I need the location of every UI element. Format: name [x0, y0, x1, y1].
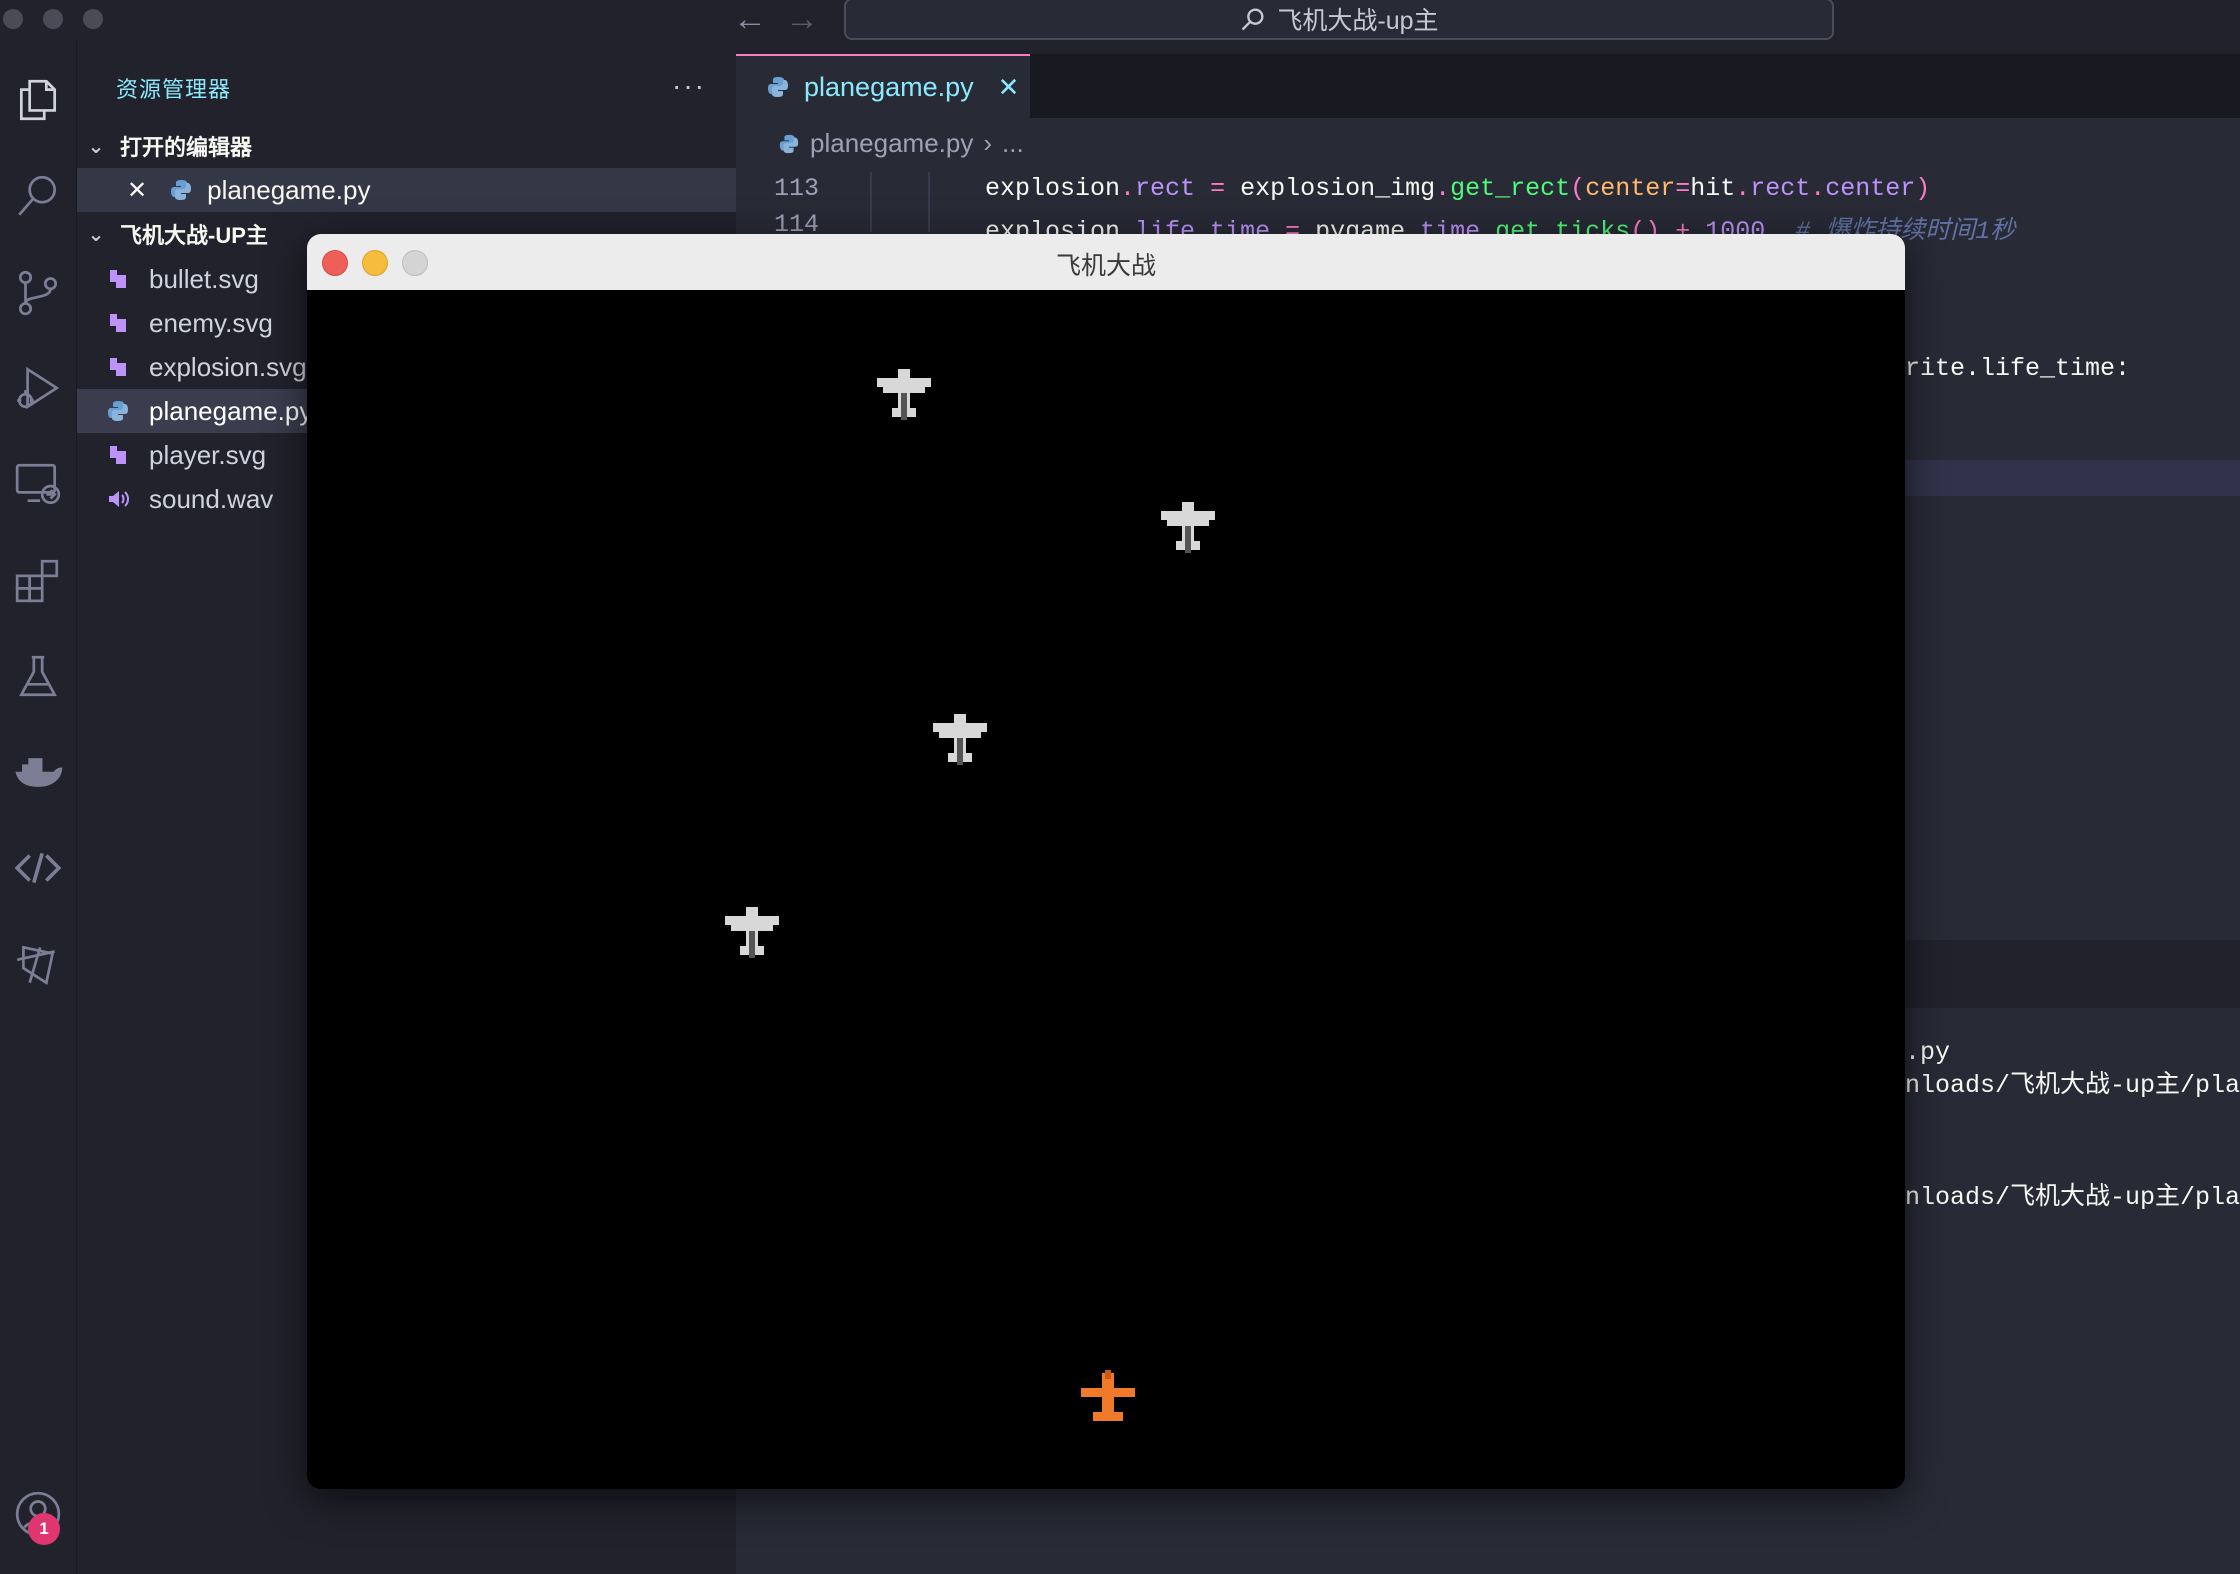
open-editors-header[interactable]: ⌄ 打开的编辑器	[84, 124, 736, 168]
python-file-icon	[766, 75, 790, 99]
chevron-down-icon: ⌄	[87, 223, 105, 246]
svg-file-icon	[105, 442, 131, 468]
file-name: planegame.py	[149, 395, 313, 426]
file-name: bullet.svg	[149, 263, 259, 294]
enemy-plane-icon	[933, 714, 987, 765]
file-name: player.svg	[149, 439, 267, 470]
file-name: sound.wav	[149, 483, 274, 514]
python-file-icon	[105, 398, 131, 424]
command-center-search[interactable]: 飞机大战-up主	[844, 0, 1834, 40]
remote-explorer-icon[interactable]	[0, 446, 76, 522]
code-line-partial: rite.life_time:	[1905, 354, 2131, 383]
breadcrumb-more[interactable]: ...	[1002, 128, 1024, 159]
command-center-text: 飞机大战-up主	[1277, 7, 1439, 35]
terminal-line: nloads/飞机大战-up主/pla	[1905, 1183, 2240, 1212]
forward-arrow-icon[interactable]: →	[785, 2, 819, 36]
enemy-plane-icon	[877, 369, 931, 420]
file-name: enemy.svg	[149, 307, 273, 338]
svg-file-icon	[105, 354, 131, 380]
indent-guide	[928, 172, 930, 232]
python-file-icon	[778, 133, 800, 155]
game-canvas[interactable]	[307, 290, 1905, 1489]
window-close-button[interactable]	[3, 9, 23, 29]
open-editors-label: 打开的编辑器	[120, 135, 253, 160]
terminal-line: .py	[1905, 1038, 1951, 1067]
python-file-icon	[169, 178, 193, 202]
open-editor-item[interactable]: ✕ planegame.py	[77, 168, 736, 212]
enemy-plane-icon	[1161, 502, 1215, 553]
window-zoom-button[interactable]	[83, 9, 103, 29]
breadcrumb-file[interactable]: planegame.py	[810, 128, 973, 159]
close-icon[interactable]: ✕	[127, 176, 147, 205]
back-arrow-icon[interactable]: ←	[733, 2, 767, 36]
terminal-line: nloads/飞机大战-up主/pla	[1905, 1071, 2240, 1100]
run-debug-icon[interactable]	[0, 350, 76, 426]
tab-label: planegame.py	[804, 71, 974, 102]
chevron-down-icon: ⌄	[87, 135, 105, 158]
svg-file-icon	[105, 310, 131, 336]
svg-file-icon	[105, 266, 131, 292]
explorer-icon[interactable]	[0, 62, 76, 138]
open-editor-name: planegame.py	[207, 174, 371, 205]
explorer-title: 资源管理器	[116, 77, 232, 102]
file-name: explosion.svg	[149, 351, 307, 382]
code-line: explosion.rect = explosion_img.get_rect(…	[985, 174, 1931, 203]
testing-icon[interactable]	[0, 638, 76, 714]
indent-guide	[870, 172, 872, 232]
current-line-highlight	[1905, 460, 2240, 496]
search-icon[interactable]	[0, 158, 76, 234]
window-minimize-button[interactable]	[43, 9, 63, 29]
audio-file-icon	[105, 486, 131, 512]
enemy-plane-icon	[725, 907, 779, 958]
account-badge: 1	[28, 1513, 60, 1545]
remote-icon[interactable]	[0, 830, 76, 906]
folder-label: 飞机大战-UP主	[120, 223, 268, 248]
more-actions-button[interactable]: ···	[672, 70, 706, 102]
codeium-icon[interactable]	[0, 926, 76, 1002]
source-control-icon[interactable]	[0, 254, 76, 330]
search-icon	[1242, 8, 1264, 31]
game-window: 飞机大战	[307, 234, 1905, 1489]
breadcrumb: planegame.py › ...	[778, 128, 1024, 159]
docker-icon[interactable]	[0, 734, 76, 810]
tab-close-icon[interactable]: ✕	[998, 72, 1020, 103]
game-window-title: 飞机大战	[1055, 252, 1156, 280]
player-plane-icon	[1081, 1370, 1135, 1421]
extensions-icon[interactable]	[0, 542, 76, 618]
line-number: 113	[774, 174, 820, 203]
breadcrumb-separator-icon: ›	[983, 128, 993, 158]
tab-planegame[interactable]: planegame.py ✕	[736, 54, 1030, 118]
